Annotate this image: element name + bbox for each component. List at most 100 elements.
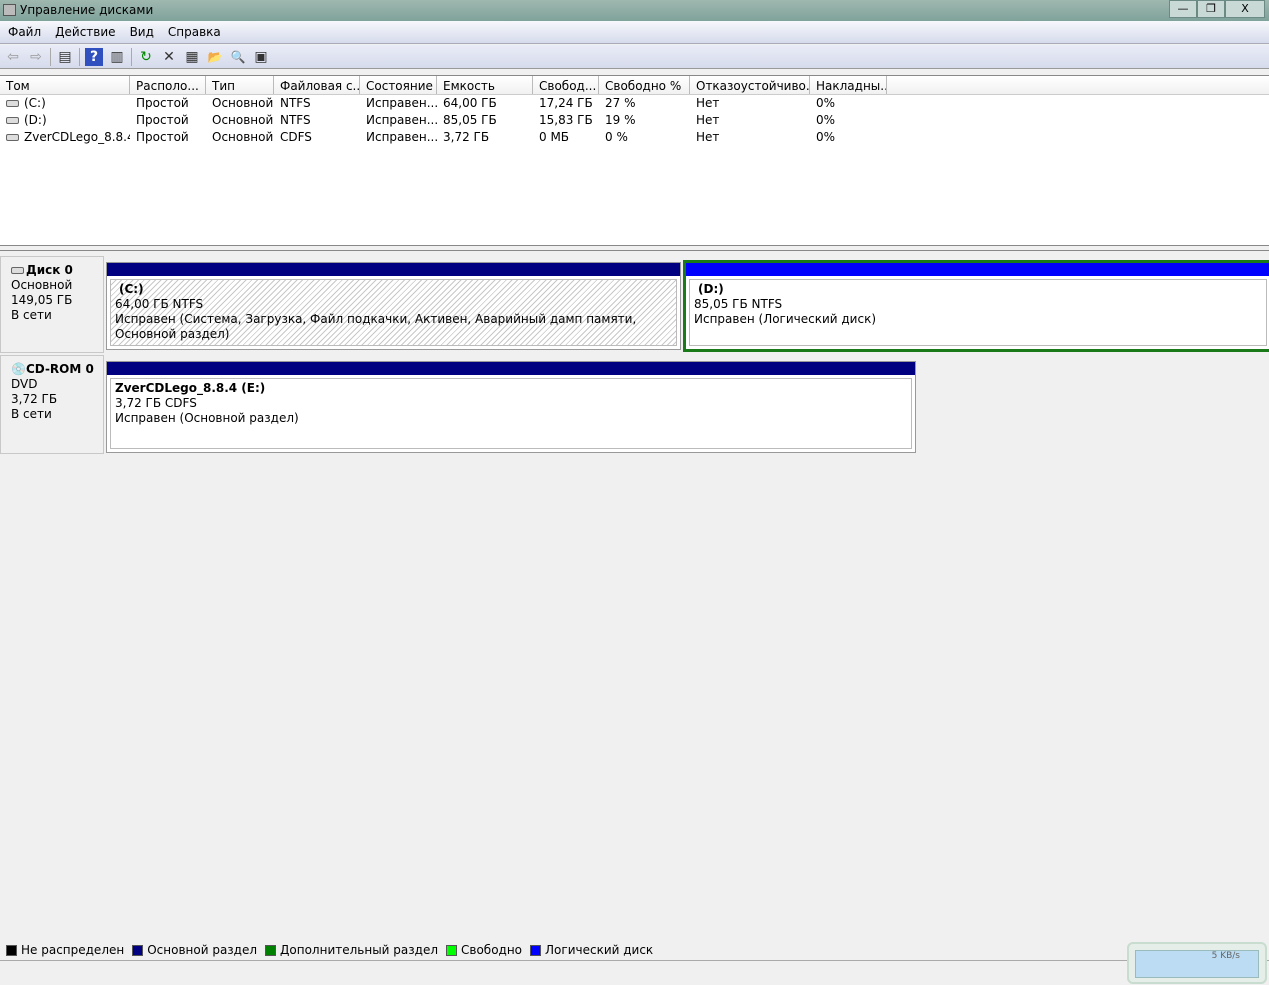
restore-button[interactable]: ❐	[1197, 0, 1225, 18]
cell-free: 17,24 ГБ	[533, 95, 599, 112]
minimize-button[interactable]: —	[1169, 0, 1197, 18]
drive-icon	[6, 100, 19, 107]
cell-volume: (D:)	[0, 112, 130, 129]
settings-icon[interactable]: ▣	[252, 48, 270, 66]
partition-state: Исправен (Логический диск)	[694, 312, 877, 326]
legend-label: Свободно	[461, 943, 523, 957]
cell-free-percent: 0 %	[599, 129, 690, 146]
partition-e[interactable]: ZverCDLego_8.8.4 (E:) 3,72 ГБ CDFS Испра…	[106, 361, 916, 453]
cell-text: Нет	[696, 96, 720, 110]
column-header-capacity[interactable]: Емкость	[437, 76, 533, 94]
partition-size: 85,05 ГБ NTFS	[694, 297, 783, 311]
column-header-free[interactable]: Свобод...	[533, 76, 599, 94]
cell-text: 27 %	[605, 96, 636, 110]
disk-status: В сети	[11, 407, 52, 421]
partition-size: 64,00 ГБ NTFS	[115, 297, 204, 311]
partition-title: (D:)	[698, 282, 724, 296]
legend-primary: Основной раздел	[132, 943, 257, 957]
properties-icon[interactable]: ▦	[183, 48, 201, 66]
partition-d[interactable]: (D:) 85,05 ГБ NTFS Исправен (Логический …	[683, 260, 1269, 352]
column-header-overhead[interactable]: Накладны...	[810, 76, 887, 94]
cell-capacity: 3,72 ГБ	[437, 129, 533, 146]
cell-text: 0%	[816, 130, 836, 144]
legend-swatch	[265, 945, 277, 956]
cell-text: Исправен...	[366, 130, 437, 144]
toolbar-separator	[131, 47, 132, 66]
help-icon[interactable]: ?	[85, 47, 103, 66]
cell-capacity: 85,05 ГБ	[437, 112, 533, 129]
legend-label: Логический диск	[545, 943, 654, 957]
cell-layout: Простой	[130, 95, 206, 112]
column-header-free-percent[interactable]: Свободно %	[599, 76, 690, 94]
legend-extended: Дополнительный раздел	[265, 943, 438, 957]
cell-text: 19 %	[605, 113, 636, 127]
cell-fault-tolerance: Нет	[690, 95, 810, 112]
cell-text: Простой	[136, 96, 189, 110]
delete-icon[interactable]: ✕	[160, 48, 178, 66]
action-pane-icon[interactable]: ▥	[108, 48, 126, 66]
open-folder-icon[interactable]: 📂	[206, 48, 224, 66]
cell-overhead: 0%	[810, 95, 887, 112]
column-header-type[interactable]: Тип	[206, 76, 274, 94]
close-button[interactable]: X	[1225, 0, 1265, 18]
console-tree-icon[interactable]: ▤	[56, 48, 74, 66]
menu-help[interactable]: Справка	[160, 21, 227, 39]
cell-layout: Простой	[130, 129, 206, 146]
cell-text: ZverCDLego_8.8.4 ...	[24, 130, 130, 144]
cell-text: 64,00 ГБ	[443, 96, 497, 110]
cell-volume: ZverCDLego_8.8.4 ...	[0, 129, 130, 146]
menu-action[interactable]: Действие	[47, 21, 121, 39]
cell-text: Основной	[212, 96, 274, 110]
legend-label: Не распределен	[21, 943, 125, 957]
table-row[interactable]: ZverCDLego_8.8.4 ... Простой Основной CDFS И…	[0, 129, 1269, 146]
cell-overhead: 0%	[810, 129, 887, 146]
partition-c[interactable]: (C:) 64,00 ГБ NTFS Исправен (Система, За…	[106, 262, 681, 350]
cell-text: 0%	[816, 113, 836, 127]
disk-type: Основной	[11, 278, 73, 292]
cell-free: 15,83 ГБ	[533, 112, 599, 129]
menu-file[interactable]: Файл	[0, 21, 47, 39]
partition-title: ZverCDLego_8.8.4 (E:)	[115, 381, 266, 395]
column-header-volume[interactable]: Том	[0, 76, 130, 94]
cell-volume: (C:)	[0, 95, 130, 112]
menu-view[interactable]: Вид	[122, 21, 160, 39]
explore-icon[interactable]: 🔍	[229, 48, 247, 66]
disk-graph-view: Диск 0 Основной 149,05 ГБ В сети (C:) 64…	[0, 250, 1269, 940]
refresh-icon[interactable]: ↻	[137, 48, 155, 66]
forward-icon[interactable]: ⇨	[27, 48, 45, 66]
cell-text: 15,83 ГБ	[539, 113, 593, 127]
column-header-filesystem[interactable]: Файловая с...	[274, 76, 360, 94]
cell-type: Основной	[206, 112, 274, 129]
cdrom-0-label[interactable]: 💿CD-ROM 0 DVD 3,72 ГБ В сети	[0, 355, 104, 454]
cell-text: Простой	[136, 130, 189, 144]
cell-text: NTFS	[280, 96, 311, 110]
table-row[interactable]: (D:) Простой Основной NTFS Исправен... 85,05 …	[0, 112, 1269, 129]
cell-overhead: 0%	[810, 112, 887, 129]
legend-swatch	[530, 945, 542, 956]
partition-state: Исправен (Система, Загрузка, Файл подкач…	[115, 312, 637, 341]
cell-text: CDFS	[280, 130, 312, 144]
column-header-status[interactable]: Состояние	[360, 76, 437, 94]
column-header-layout[interactable]: Располо...	[130, 76, 206, 94]
cell-text: 0%	[816, 96, 836, 110]
cell-text: Основной	[212, 130, 274, 144]
disk-status: В сети	[11, 308, 52, 322]
cell-text: Основной	[212, 113, 274, 127]
toolbar: ⇦ ⇨ ▤ ? ▥ ↻ ✕ ▦ 📂 🔍 ▣	[0, 45, 1269, 69]
back-icon[interactable]: ⇦	[4, 48, 22, 66]
legend-logical: Логический диск	[530, 943, 653, 957]
partition-body: (C:) 64,00 ГБ NTFS Исправен (Система, За…	[110, 279, 677, 346]
legend-label: Основной раздел	[147, 943, 258, 957]
legend-swatch	[132, 945, 144, 956]
column-header-fault-tolerance[interactable]: Отказоустойчиво...	[690, 76, 810, 94]
disk-size: 149,05 ГБ	[11, 293, 73, 307]
table-row[interactable]: (C:) Простой Основной NTFS Исправен... 64,00 …	[0, 95, 1269, 112]
window-title: Управление дисками	[20, 3, 154, 17]
legend-unallocated: Не распределен	[6, 943, 124, 957]
network-meter-widget: 5 KB/s	[1127, 942, 1267, 984]
volume-list: Том Располо... Тип Файловая с... Состоян…	[0, 75, 1269, 246]
disk-0-label[interactable]: Диск 0 Основной 149,05 ГБ В сети	[0, 256, 104, 353]
toolbar-separator	[79, 47, 80, 66]
cell-fault-tolerance: Нет	[690, 112, 810, 129]
cell-status: Исправен...	[360, 95, 437, 112]
